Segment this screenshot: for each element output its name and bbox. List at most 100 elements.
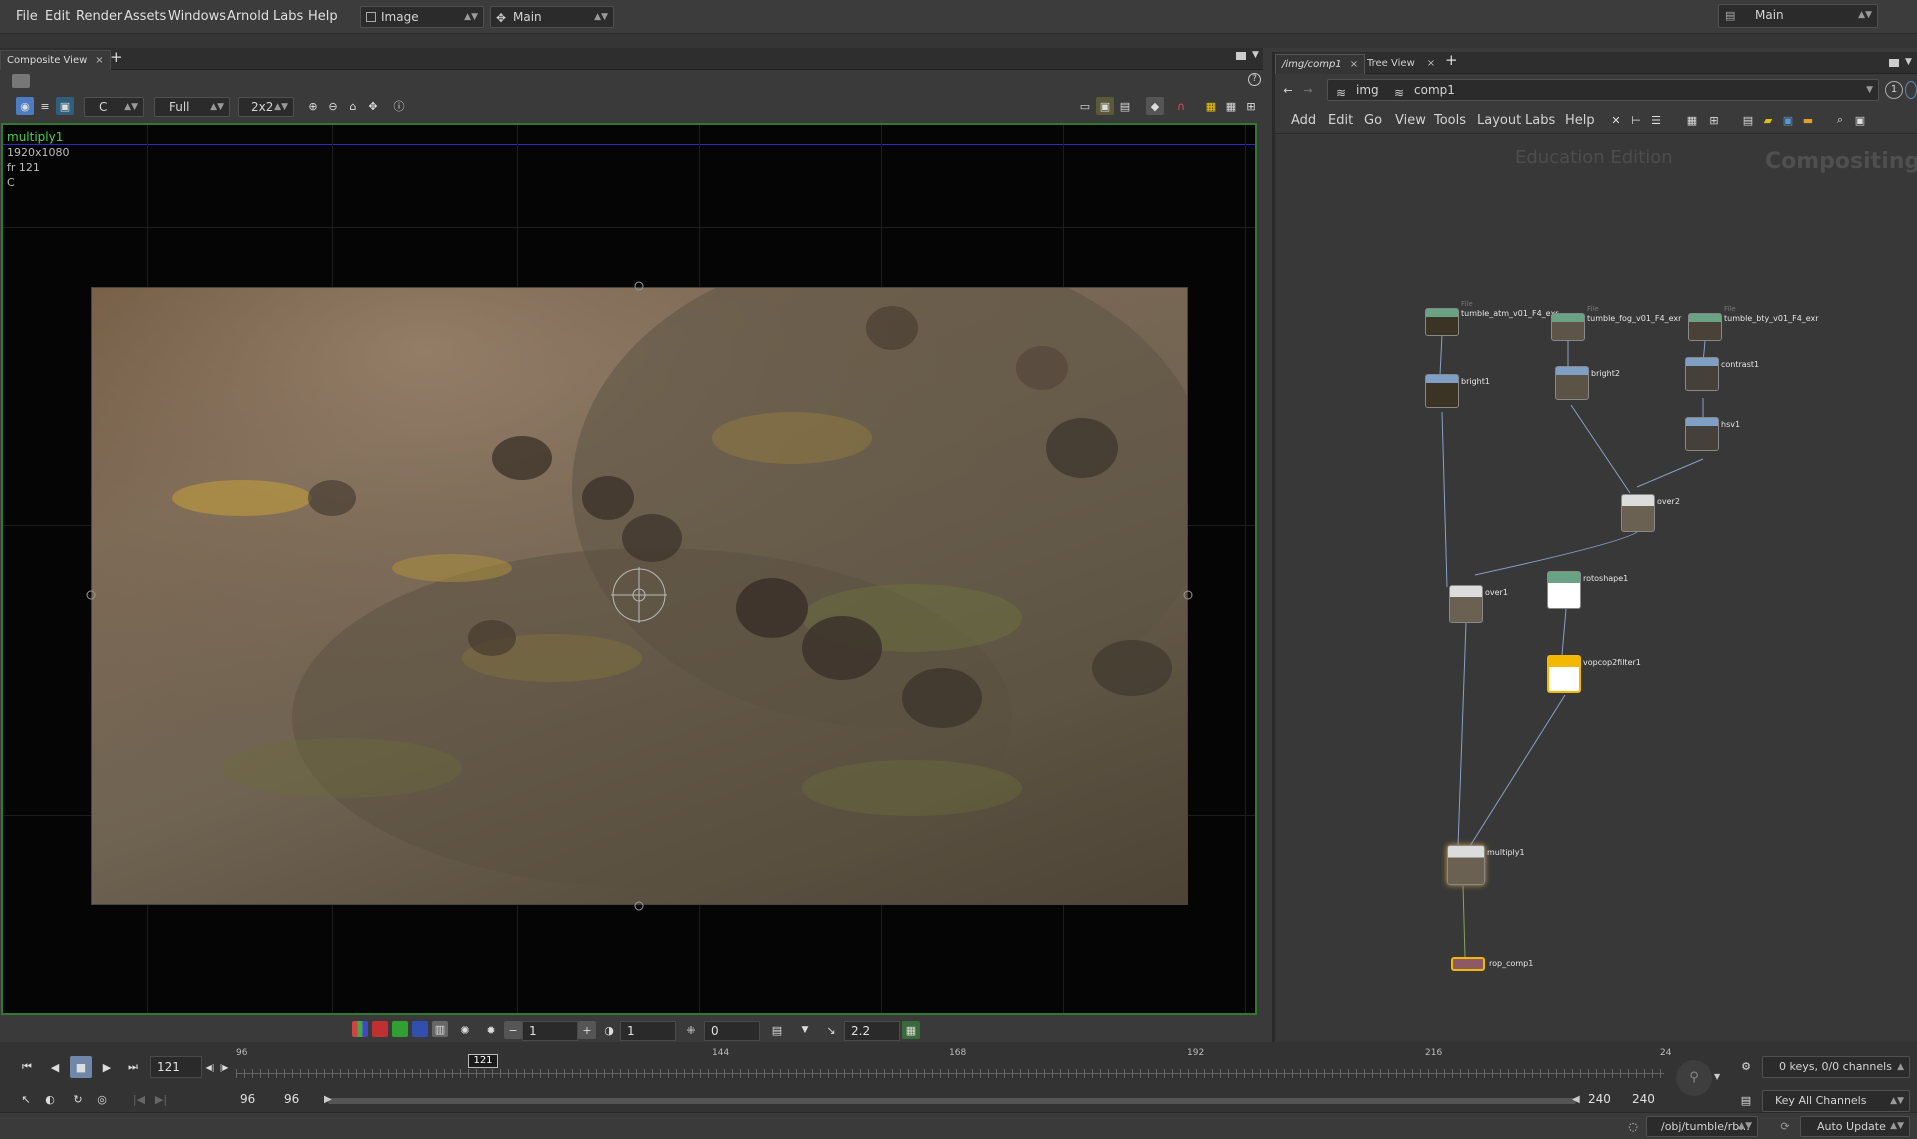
- menu-go[interactable]: Go: [1364, 113, 1382, 128]
- home-icon[interactable]: ⌂: [344, 97, 362, 115]
- view-mode-icon[interactable]: ◉: [16, 97, 34, 115]
- key-channels-icon[interactable]: ▤: [1736, 1090, 1756, 1110]
- offset-field[interactable]: 0: [704, 1021, 760, 1041]
- desktop-dropdown[interactable]: Image ▲▼: [360, 6, 484, 28]
- info-icon[interactable]: ⓘ: [390, 97, 408, 115]
- layout-grid-icon[interactable]: ⊞: [1705, 111, 1723, 129]
- resolution-dropdown[interactable]: Full ▲▼: [154, 97, 230, 117]
- range-handle-left[interactable]: ▶: [324, 1094, 332, 1105]
- split-view-icon[interactable]: ▭: [1076, 97, 1094, 115]
- refresh-icon[interactable]: ⟳: [1776, 1117, 1794, 1135]
- step-back-icon[interactable]: ◀|: [204, 1058, 216, 1076]
- grid-icon[interactable]: ▦: [1222, 97, 1240, 115]
- add-tab-icon[interactable]: +: [110, 48, 123, 66]
- lut-icon[interactable]: ▤: [768, 1021, 786, 1039]
- lut-dropdown-icon[interactable]: ▼: [796, 1021, 814, 1039]
- update-mode-dropdown[interactable]: Auto Update ▲▼: [1800, 1116, 1910, 1137]
- close-icon[interactable]: ×: [1350, 59, 1358, 70]
- stop-icon[interactable]: ■: [70, 1056, 92, 1078]
- menu-layout[interactable]: Layout: [1477, 113, 1521, 128]
- status-path[interactable]: /obj/tumble/rb... ▲▼: [1646, 1116, 1758, 1137]
- snapshot-icon[interactable]: ▣: [56, 97, 74, 115]
- pointer-icon[interactable]: ↖: [16, 1090, 36, 1108]
- sticky-note-icon[interactable]: ▰: [1759, 111, 1777, 129]
- help-icon[interactable]: ?: [1248, 73, 1261, 86]
- menu-view[interactable]: View: [1395, 113, 1426, 128]
- jump-end-icon[interactable]: ⏭: [122, 1056, 144, 1078]
- audio-icon[interactable]: ◐: [40, 1090, 60, 1108]
- layers-icon[interactable]: [12, 74, 30, 88]
- wipe-icon[interactable]: ▤: [1116, 97, 1134, 115]
- current-frame-field[interactable]: 121: [150, 1056, 202, 1078]
- step-forward-icon[interactable]: |▶: [218, 1058, 230, 1076]
- grid-view-icon[interactable]: ▦: [1683, 111, 1701, 129]
- key-all-channels-button[interactable]: Key All Channels ▲▼: [1762, 1090, 1910, 1112]
- chevron-down-icon[interactable]: ▼: [1252, 50, 1259, 60]
- offset-icon[interactable]: ⁜: [682, 1021, 700, 1039]
- plane-dropdown[interactable]: C ▲▼: [84, 97, 144, 117]
- key-icon[interactable]: ⚲: [1676, 1060, 1712, 1096]
- frame-icon[interactable]: ✥: [364, 97, 382, 115]
- menu-edit[interactable]: Edit: [45, 9, 70, 24]
- desktop-select[interactable]: ▤ Main ▲▼: [1718, 4, 1878, 28]
- zoom-out-icon[interactable]: ⊖: [324, 97, 342, 115]
- menu-edit[interactable]: Edit: [1328, 113, 1353, 128]
- menu-assets[interactable]: Assets: [124, 9, 166, 24]
- close-icon[interactable]: ×: [95, 55, 103, 66]
- menu-help[interactable]: Help: [1565, 113, 1595, 128]
- menu-add[interactable]: Add: [1291, 113, 1316, 128]
- network-path[interactable]: ≋ img ≋ comp1 ▼: [1327, 79, 1879, 101]
- box-icon[interactable]: ▬: [1799, 111, 1817, 129]
- path-comp1[interactable]: comp1: [1414, 80, 1455, 100]
- keys-status[interactable]: 0 keys, 0/0 channels ▲: [1762, 1056, 1910, 1078]
- next-key-icon[interactable]: ▶|: [152, 1090, 170, 1108]
- zoom-in-icon[interactable]: ⊕: [304, 97, 322, 115]
- wrench-icon[interactable]: ✕: [1607, 111, 1625, 129]
- contrast-icon[interactable]: ◑: [600, 1021, 618, 1039]
- add-tab-icon[interactable]: +: [1445, 51, 1458, 69]
- contrast-field[interactable]: 1: [620, 1021, 676, 1041]
- menu-file[interactable]: File: [16, 9, 38, 24]
- play-icon[interactable]: ▶: [96, 1056, 118, 1078]
- path-img[interactable]: img: [1356, 83, 1379, 97]
- realtime-icon[interactable]: ◎: [92, 1090, 112, 1108]
- exposure-icon[interactable]: ✺: [456, 1021, 474, 1039]
- checker-icon[interactable]: ▦: [1202, 97, 1220, 115]
- gamma-icon[interactable]: ↘: [822, 1021, 840, 1039]
- range-end-field-2[interactable]: 240: [1626, 1090, 1664, 1110]
- exposure-field[interactable]: 1: [522, 1021, 578, 1041]
- range-slider[interactable]: [328, 1098, 1576, 1104]
- chevron-down-icon[interactable]: ▼: [1905, 57, 1912, 67]
- menu-tools[interactable]: Tools: [1434, 113, 1466, 128]
- menu-render[interactable]: Render: [76, 9, 122, 24]
- pane-layout-icon[interactable]: [1889, 59, 1899, 67]
- chevron-down-icon[interactable]: ▼: [1714, 1072, 1720, 1081]
- play-reverse-icon[interactable]: ◀: [44, 1056, 66, 1078]
- proxy-dropdown[interactable]: 2x2 ▲▼: [238, 97, 294, 117]
- tree-icon[interactable]: ⊢: [1627, 111, 1645, 129]
- link-icon[interactable]: [1905, 81, 1917, 99]
- menu-arnold[interactable]: Arnold: [227, 9, 269, 24]
- alpha-channel-icon[interactable]: ▥: [432, 1021, 448, 1037]
- params-icon[interactable]: ▤: [1739, 111, 1757, 129]
- display-options-icon[interactable]: ≡: [36, 97, 54, 115]
- network-editor[interactable]: Education Edition Compositing File tumbl…: [1275, 135, 1917, 1042]
- context-dropdown[interactable]: ✥ Main ▲▼: [490, 6, 614, 28]
- search-icon[interactable]: ⌕: [1831, 111, 1849, 129]
- key-options-icon[interactable]: ⚙: [1736, 1056, 1756, 1076]
- tab-composite-view[interactable]: Composite View ×: [0, 50, 111, 70]
- image-icon[interactable]: ▣: [1779, 111, 1797, 129]
- camera-icon[interactable]: ◆: [1146, 97, 1164, 115]
- range-handle-right[interactable]: ◀: [1572, 1094, 1580, 1105]
- forward-icon[interactable]: →: [1299, 81, 1317, 99]
- timeline-ruler[interactable]: 96 144 168 192 216 24 121: [236, 1048, 1671, 1084]
- camera-icon[interactable]: ▣: [1851, 111, 1869, 129]
- green-channel-icon[interactable]: [392, 1021, 408, 1037]
- pane-layout-icon[interactable]: [1236, 52, 1246, 60]
- range-end-field[interactable]: 240: [1582, 1090, 1620, 1110]
- back-icon[interactable]: ←: [1279, 81, 1297, 99]
- range-start-field-2[interactable]: 96: [278, 1090, 316, 1110]
- menu-labs[interactable]: Labs: [273, 9, 303, 24]
- range-start-field[interactable]: 96: [234, 1090, 272, 1110]
- menu-windows[interactable]: Windows: [168, 9, 226, 24]
